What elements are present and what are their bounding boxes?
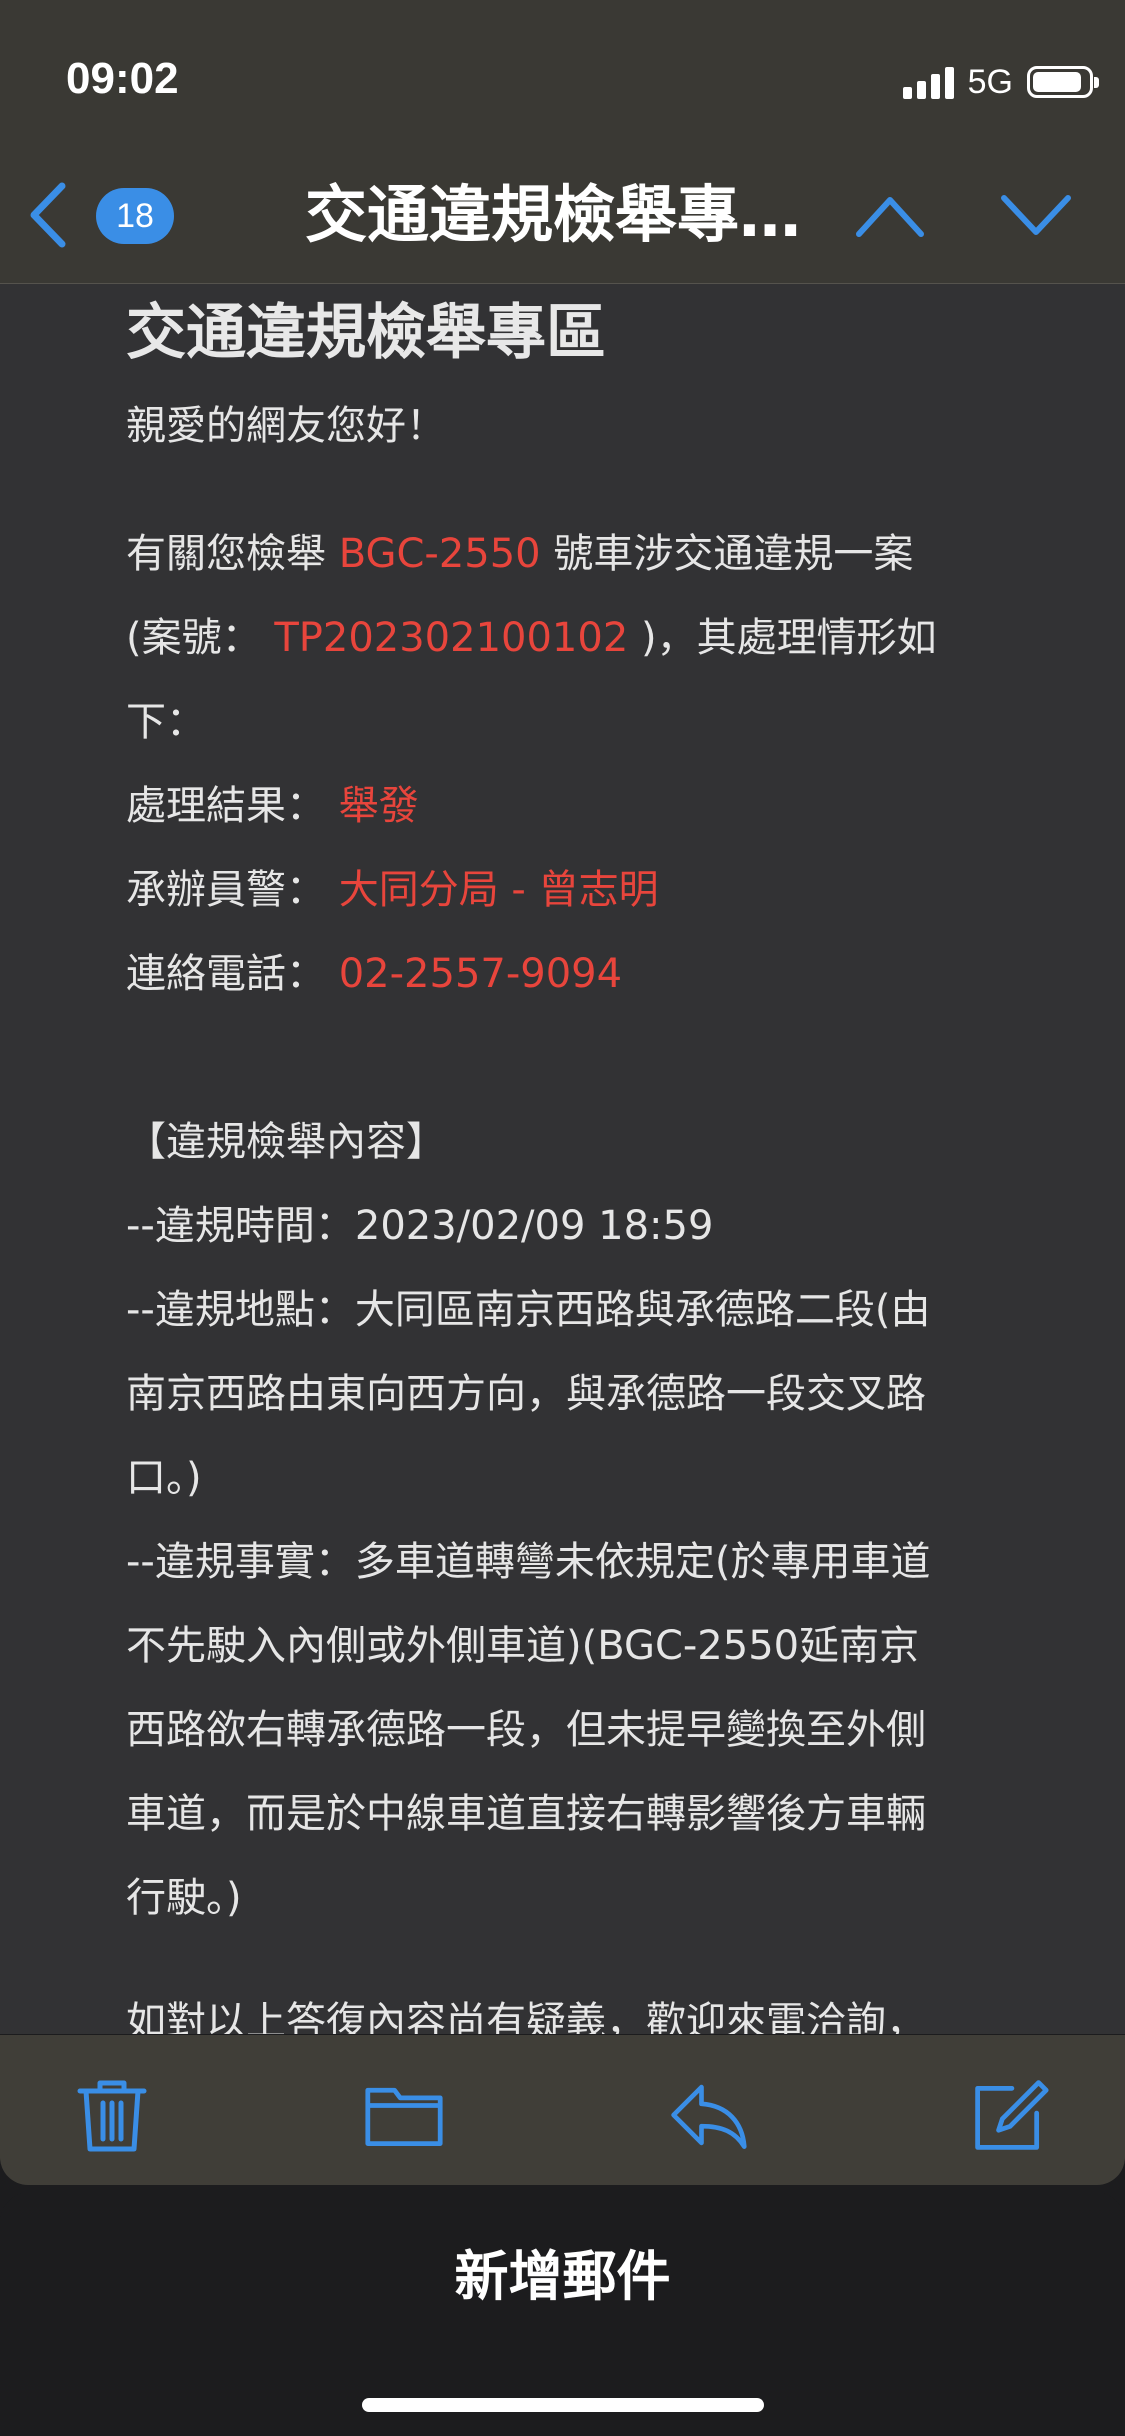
result-value: 舉發	[338, 783, 419, 829]
violation-place: --違規地點：大同區南京西路與承德路二段(由	[126, 1287, 931, 1333]
header: 09:02 5G 18 交通違規檢舉專…	[0, 0, 1125, 284]
new-mail-title[interactable]: 新增郵件	[0, 2232, 1125, 2311]
compose-icon[interactable]	[970, 2075, 1050, 2155]
status-indicators: 5G	[902, 60, 1099, 104]
officer-row: 承辦員警： 大同分局 - 曾志明	[126, 862, 659, 918]
intro-line-2: (案號： TP202302100102 )，其處理情形如	[126, 610, 937, 666]
phone-row: 連絡電話： 02-2557-9094	[126, 946, 622, 1002]
officer-label: 承辦員警：	[126, 867, 326, 913]
intro-line-3: 下：	[126, 699, 206, 745]
email-heading: 交通違規檢舉專區	[126, 298, 606, 368]
violation-place: 南京西路由東向西方向，與承德路一段交叉路	[126, 1371, 926, 1417]
next-message-icon[interactable]	[1000, 188, 1072, 244]
case-number: TP202302100102	[274, 615, 629, 661]
result-row: 處理結果： 舉發	[126, 778, 419, 834]
phone-value[interactable]: 02-2557-9094	[339, 951, 622, 997]
email-body[interactable]: 交通違規檢舉專區 親愛的網友您好！ 有關您檢舉 BGC-2550 號車涉交通違規…	[0, 284, 1125, 2034]
folder-icon[interactable]	[364, 2075, 444, 2155]
nav-title: 交通違規檢舉專…	[305, 180, 802, 250]
back-chevron-icon[interactable]	[24, 180, 72, 250]
violation-time: --違規時間：2023/02/09 18:59	[126, 1203, 714, 1249]
trash-icon[interactable]	[72, 2075, 152, 2155]
intro-line-1: 有關您檢舉 BGC-2550 號車涉交通違規一案	[126, 526, 913, 582]
violation-fact: 西路欲右轉承德路一段，但未提早變換至外側	[126, 1707, 926, 1753]
plate-number: BGC-2550	[338, 531, 541, 577]
mail-toolbar	[0, 2035, 1125, 2185]
battery-icon	[1027, 66, 1099, 98]
signal-icon	[902, 65, 954, 99]
violation-fact: 不先駛入內側或外側車道)(BGC-2550延南京	[126, 1623, 920, 1669]
violation-fact: --違規事實：多車道轉彎未依規定(於專用車道	[126, 1539, 931, 1585]
mail-nav-bar: 18 交通違規檢舉專…	[0, 160, 1125, 270]
previous-message-icon[interactable]	[855, 188, 925, 244]
violation-fact: 車道，而是於中線車道直接右轉影響後方車輛	[126, 1791, 926, 1837]
intro-text: 號車涉交通違規一案	[553, 531, 914, 577]
intro-text: 有關您檢舉	[126, 531, 326, 577]
network-type: 5G	[967, 62, 1013, 101]
home-indicator[interactable]	[362, 2398, 764, 2412]
intro-text: )，其處理情形如	[641, 615, 937, 661]
violation-fact: 行駛。)	[126, 1875, 242, 1921]
violation-place: 口。)	[126, 1455, 202, 1501]
greeting: 親愛的網友您好！	[126, 403, 446, 449]
result-label: 處理結果：	[126, 783, 326, 829]
section-title: 【違規檢舉內容】	[126, 1119, 446, 1165]
footer-text: 如對以上答復內容尚有疑義，歡迎來電洽詢，	[126, 1999, 926, 2034]
reply-icon[interactable]	[668, 2075, 748, 2155]
intro-text: (案號：	[126, 615, 262, 661]
officer-value: 大同分局 - 曾志明	[338, 867, 659, 913]
status-time: 09:02	[66, 54, 179, 103]
unread-count-badge[interactable]: 18	[96, 188, 174, 244]
phone-label: 連絡電話：	[126, 951, 326, 997]
